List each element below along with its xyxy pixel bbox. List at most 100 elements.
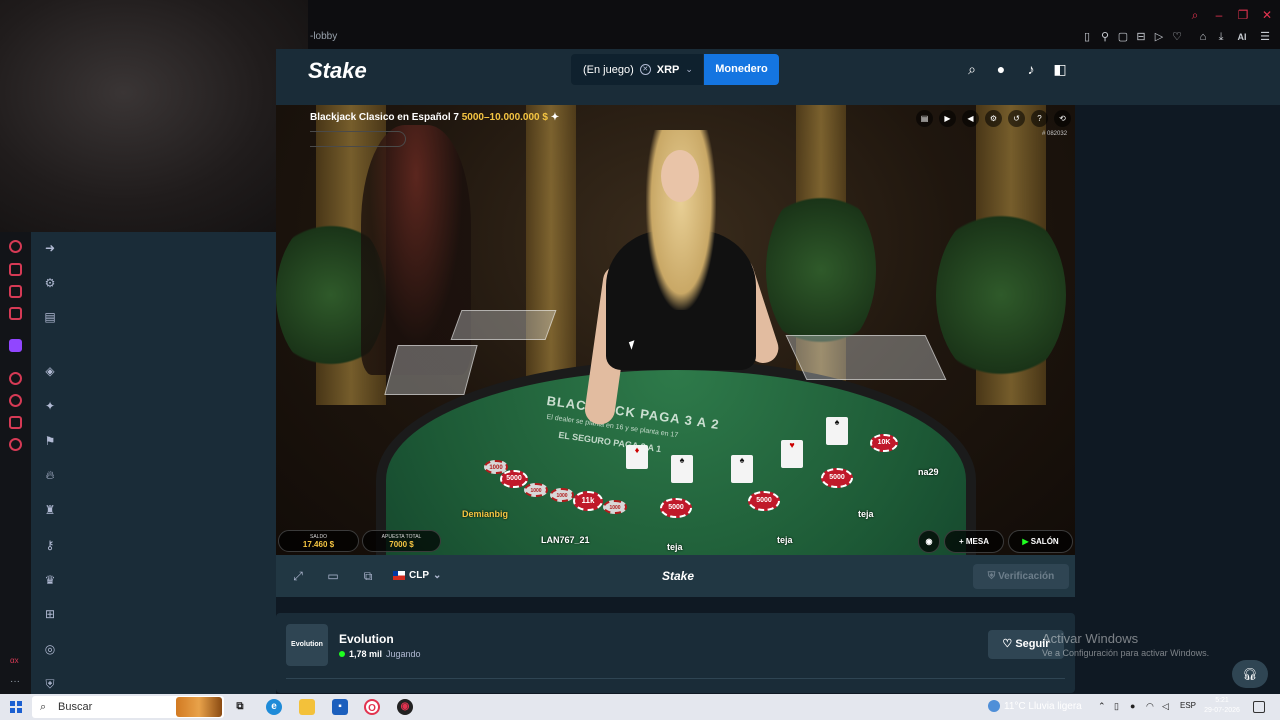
- volume-icon[interactable]: ◀: [962, 110, 979, 127]
- stats-icon[interactable]: ⧉: [361, 570, 375, 582]
- sparkle-icon[interactable]: ✦: [42, 398, 58, 414]
- search-icon[interactable]: ⌕: [1188, 8, 1202, 23]
- wifi-icon[interactable]: ◠: [1146, 701, 1154, 712]
- ai-icon[interactable]: AI: [1232, 30, 1252, 44]
- heart-icon[interactable]: ♡: [1170, 30, 1184, 44]
- task-view-icon[interactable]: ⧉: [232, 699, 248, 715]
- mail-icon[interactable]: [9, 307, 22, 320]
- chat-panel-icon[interactable]: ◧: [1052, 61, 1068, 77]
- support-icon[interactable]: ◎: [42, 641, 58, 657]
- key-icon[interactable]: ⚷: [42, 537, 58, 553]
- chip: 11k: [573, 491, 603, 511]
- play-icon[interactable]: ▷: [1152, 30, 1166, 44]
- chip: 5000: [821, 468, 853, 488]
- table-chat-input[interactable]: [310, 131, 406, 147]
- gift-icon[interactable]: ⊞: [42, 606, 58, 622]
- close-icon[interactable]: ✕: [1260, 8, 1274, 23]
- casino-icon[interactable]: ◈: [42, 363, 58, 379]
- video-icon[interactable]: ▶: [939, 110, 956, 127]
- wallet-icon[interactable]: ⌂: [1196, 30, 1210, 44]
- table-button-label: MESA: [965, 537, 990, 546]
- live-game-stream[interactable]: BLACKJACK PAGA 3 A 2 El dealer se planta…: [276, 105, 1075, 555]
- activate-windows-title: Activar Windows: [1042, 631, 1139, 646]
- file-explorer-icon[interactable]: [299, 699, 315, 715]
- bell-icon[interactable]: ♪: [1023, 61, 1039, 77]
- list-icon[interactable]: ▤: [42, 309, 58, 325]
- provider-name[interactable]: Evolution: [339, 632, 394, 646]
- menu-icon[interactable]: ☰: [1258, 30, 1272, 44]
- lobby-button[interactable]: ▶ SALÓN: [1008, 530, 1073, 553]
- chevron-up-icon[interactable]: ⌃: [1098, 701, 1106, 712]
- window-controls: ⌕ – ❐ ✕: [1188, 8, 1274, 23]
- provider-logo[interactable]: Evolution: [286, 624, 328, 666]
- playing-card: ♥: [781, 440, 803, 468]
- minimize-icon[interactable]: –: [1212, 8, 1226, 23]
- chat-icon[interactable]: ▤: [916, 110, 933, 127]
- pin-icon[interactable]: ⚲: [1098, 30, 1112, 44]
- chevron-down-icon: ⌄: [433, 570, 442, 581]
- opera-ai-icon[interactable]: [9, 240, 22, 253]
- game-id: # 082032: [1042, 131, 1068, 137]
- twitch-icon[interactable]: [9, 339, 22, 352]
- messenger-icon[interactable]: [9, 285, 22, 298]
- network-tray-icon[interactable]: ▯: [1114, 701, 1119, 712]
- players-status: Jugando: [386, 649, 421, 659]
- history-icon[interactable]: [9, 394, 22, 407]
- side-nav-panel: [69, 232, 276, 694]
- verification-button[interactable]: ⛨ Verificación: [973, 564, 1069, 589]
- weather-widget[interactable]: 11°C Lluvia ligera: [988, 700, 1082, 712]
- crown-icon[interactable]: ♛: [42, 572, 58, 588]
- activate-windows-subtitle: Ve a Configuración para activar Windows.: [1042, 648, 1210, 658]
- settings-icon[interactable]: ⚙: [985, 110, 1002, 127]
- bookmark-icon[interactable]: ⊟: [1134, 30, 1148, 44]
- table-button[interactable]: + MESA: [944, 530, 1004, 553]
- shopping-icon[interactable]: [9, 263, 22, 276]
- expand-icon[interactable]: ⤢: [291, 570, 305, 582]
- restore-icon[interactable]: ❐: [1236, 8, 1250, 23]
- settings-icon[interactable]: [9, 438, 22, 451]
- screenshot-icon[interactable]: ▢: [1116, 30, 1130, 44]
- wallet-button[interactable]: Monedero: [704, 54, 779, 85]
- balance-selector[interactable]: (En juego) ✕ XRP ⌄: [571, 54, 703, 85]
- balance-value: 17.460 $: [302, 540, 335, 549]
- verification-label: Verificación: [998, 571, 1055, 582]
- search-icon[interactable]: ⌕: [964, 61, 980, 77]
- history-icon[interactable]: ↺: [1008, 110, 1025, 127]
- microphone-icon[interactable]: ●: [1130, 701, 1135, 711]
- search-highlight-image[interactable]: [176, 697, 222, 717]
- sidebar-toggle-icon[interactable]: ▯: [1080, 30, 1094, 44]
- notification-icon[interactable]: [1253, 701, 1265, 713]
- extensions-icon[interactable]: [9, 416, 22, 429]
- user-icon[interactable]: ●: [993, 61, 1009, 77]
- arrow-right-icon[interactable]: ➜: [42, 240, 58, 256]
- trophy-icon[interactable]: ♜: [42, 502, 58, 518]
- stake-logo[interactable]: Stake: [308, 58, 367, 84]
- fullscreen-icon[interactable]: ⟲: [1054, 110, 1071, 127]
- system-clock[interactable]: 5:21 29-07-2026: [1200, 696, 1244, 716]
- volume-icon[interactable]: ◁: [1162, 701, 1169, 712]
- gear-icon[interactable]: ⚙: [42, 275, 58, 291]
- language-indicator[interactable]: ESP: [1180, 701, 1196, 710]
- store-icon[interactable]: ▪: [332, 699, 348, 715]
- help-icon[interactable]: ?: [1031, 110, 1048, 127]
- currency-selector[interactable]: CLP ⌄: [393, 570, 441, 581]
- more-icon[interactable]: ···: [10, 676, 20, 687]
- search-icon: ⌕: [40, 701, 47, 713]
- edge-icon[interactable]: e: [266, 699, 282, 715]
- fire-icon[interactable]: 🔥︎: [42, 467, 58, 483]
- windows-start-icon[interactable]: [10, 701, 22, 713]
- theatre-mode-icon[interactable]: ▭: [326, 570, 340, 582]
- download-icon[interactable]: ⤓: [1214, 30, 1228, 44]
- player-icon[interactable]: [9, 372, 22, 385]
- opera-gx-icon[interactable]: ◉: [397, 699, 413, 715]
- sports-icon[interactable]: ⚑: [42, 433, 58, 449]
- opera-ax-icon[interactable]: αx: [10, 656, 19, 665]
- live-support-button[interactable]: 🎧︎: [1232, 660, 1268, 688]
- eye-icon[interactable]: ◉: [918, 530, 940, 553]
- shield-icon[interactable]: ⛨: [42, 676, 58, 692]
- opera-icon[interactable]: O: [364, 699, 380, 715]
- favorite-icon[interactable]: ✦: [551, 112, 559, 123]
- url-text[interactable]: -lobby: [310, 31, 337, 42]
- chip: 5000: [748, 491, 780, 511]
- total-bet-value: 7000 $: [389, 540, 414, 549]
